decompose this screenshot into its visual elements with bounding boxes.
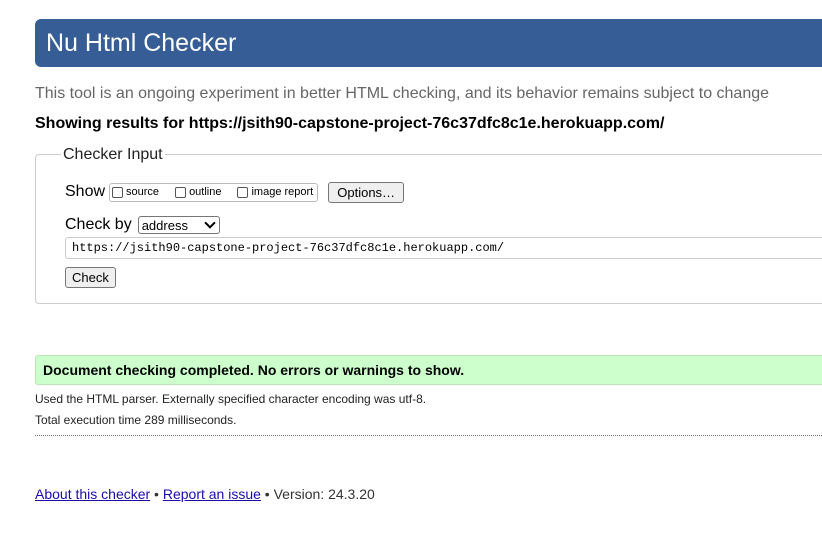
checker-input-legend: Checker Input (61, 145, 165, 165)
footer: About this checker • Report an issue • V… (35, 486, 375, 502)
check-by-label: Check by (65, 216, 132, 233)
execution-time: Total execution time 289 milliseconds. (35, 413, 237, 427)
outline-checkbox[interactable] (175, 186, 187, 198)
checker-input-fieldset: Checker Input Show source outline image … (35, 145, 822, 304)
version-text: • Version: 24.3.20 (260, 486, 375, 502)
page-title: Nu Html Checker (46, 29, 237, 57)
source-checkbox[interactable] (112, 186, 124, 198)
results-heading: Showing results for https://jsith90-caps… (35, 115, 665, 132)
show-label: Show (65, 183, 106, 200)
check-by-selected-value: address (141, 217, 188, 233)
show-options-row: Show source outline image report Options… (65, 181, 405, 203)
about-checker-link[interactable]: About this checker (35, 486, 150, 502)
outline-checkbox-label: outline (189, 186, 222, 198)
divider (35, 435, 822, 436)
check-by-row: Check by address (65, 214, 220, 236)
image-report-checkbox[interactable] (237, 186, 249, 198)
chevron-down-icon (204, 217, 216, 229)
check-button[interactable]: Check (65, 267, 116, 288)
success-message: Document checking completed. No errors o… (35, 355, 822, 385)
intro-text: This tool is an ongoing experiment in be… (35, 85, 770, 102)
show-outline-option[interactable]: outline (175, 186, 221, 198)
parser-info: Used the HTML parser. Externally specifi… (35, 392, 427, 406)
url-input[interactable]: https://jsith90-capstone-project-76c37df… (65, 237, 822, 259)
footer-separator: • (150, 486, 163, 502)
header-banner: Nu Html Checker (35, 19, 822, 67)
image-report-checkbox-label: image report (251, 186, 314, 198)
show-image-report-option[interactable]: image report (237, 186, 313, 198)
report-issue-link[interactable]: Report an issue (163, 486, 261, 502)
check-by-select[interactable]: address (137, 216, 220, 234)
page: Nu Html Checker This tool is an ongoing … (0, 0, 822, 559)
options-button[interactable]: Options… (328, 181, 405, 203)
show-source-option[interactable]: source (112, 186, 159, 198)
source-checkbox-label: source (126, 186, 160, 198)
show-options-group: source outline image report (109, 182, 319, 202)
